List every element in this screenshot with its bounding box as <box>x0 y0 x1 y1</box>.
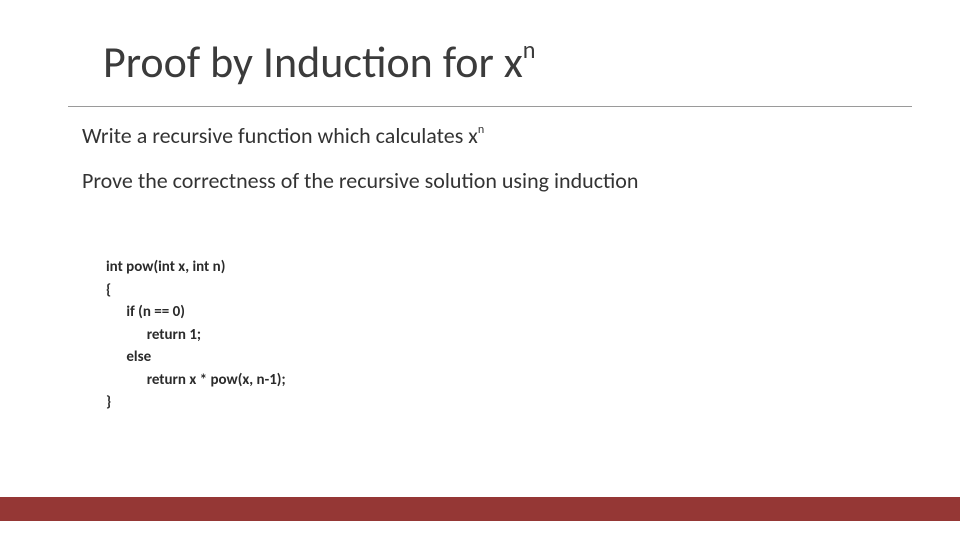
accent-bar <box>0 497 960 521</box>
title-base: Proof by Induction for x <box>103 35 523 89</box>
slide: { "title_base": "Proof by Induction for … <box>0 0 960 540</box>
body-line-1-exp: n <box>478 122 484 137</box>
title-underline <box>68 106 912 107</box>
code-block: int pow(int x, int n) { if (n == 0) retu… <box>106 256 286 414</box>
body-line-1-text: Write a recursive function which calcula… <box>82 122 478 149</box>
body-text: Write a recursive function which calcula… <box>82 122 900 212</box>
title-exponent: n <box>523 36 536 65</box>
body-line-2: Prove the correctness of the recursive s… <box>82 167 900 194</box>
body-line-1: Write a recursive function which calcula… <box>82 122 900 149</box>
slide-title: Proof by Induction for xn <box>103 38 536 86</box>
